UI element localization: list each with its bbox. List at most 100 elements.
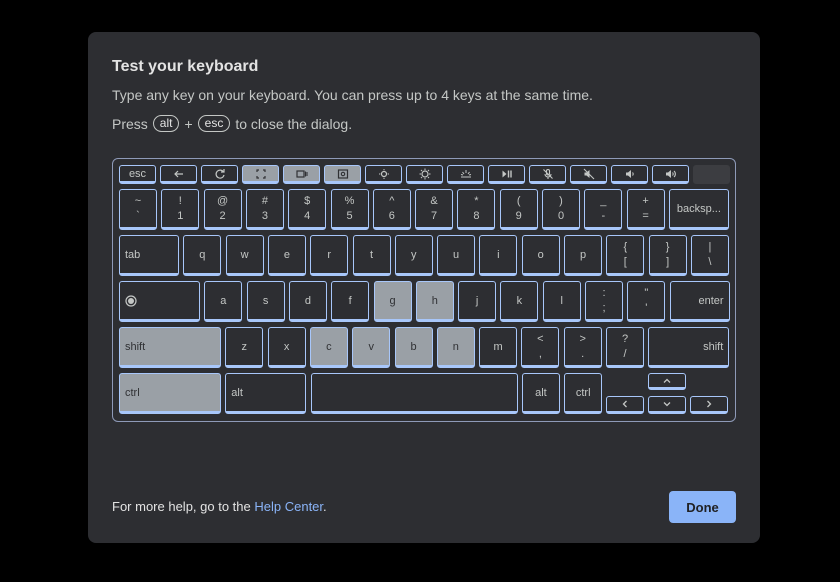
key-label: c [326,340,332,353]
key-f: f [331,281,370,322]
refresh-icon [215,168,225,179]
key-back-arrow [160,165,197,184]
esc-key-pill: esc [197,115,231,132]
key-0: ) 0 [542,189,580,230]
key-s: s [246,281,285,322]
fullscreen-icon [255,168,266,179]
key-4: $4 [288,189,327,230]
key-chevron-left [606,396,644,414]
key-play-pause [488,165,525,184]
key-volume-down [611,165,648,184]
key-t: t [352,235,391,276]
volume-mute-icon [583,168,594,179]
key-ctrl: ctrl [119,373,221,414]
key-label: esc [128,167,147,180]
key-backsp: backsp... [668,189,729,230]
key-screenshot [324,165,361,184]
key-8: * 8 [457,189,496,230]
key-base-label: 0 [557,209,565,222]
key-fullscreen [242,165,279,184]
key-base-label: - [601,209,606,222]
close-hint-suffix: to close the dialog. [235,115,353,132]
key-base-label: [ [623,255,627,268]
key-shift-label: # [261,194,268,207]
brightness-down-icon [378,168,389,179]
done-button[interactable]: Done [669,491,736,523]
key-volume-up [652,165,689,184]
key-symbol: | \ [690,235,729,276]
help-text: For more help, go to the Help Center. [112,499,327,514]
key-l: l [542,281,581,322]
key-overview [283,165,320,184]
key-lock [693,165,730,184]
keyboard-diagram: esc ~ `! 1 @2 #3 $4% 5 ^ 6 & 7 * 8(9) 0 _ - + = backsp... ta… [112,158,736,422]
key-label: u [453,248,460,261]
key-label: g [389,294,396,307]
key-shift-label: " [644,286,649,299]
key-base-label: 8 [473,209,480,222]
key-chevron-right [690,396,728,414]
key-b: b [394,327,433,368]
key-launcher [119,281,200,322]
key-v: v [352,327,391,368]
key-3: #3 [245,189,284,230]
key-z: z [225,327,264,368]
key-label: x [283,340,290,353]
key-label: f [348,294,352,307]
close-hint-prefix: Press [112,115,148,132]
key-label: s [262,294,269,307]
key-shift-label: @ [217,194,229,207]
key-enter: enter [669,281,730,322]
key-symbol: <, [521,327,560,368]
key-label: j [475,294,479,307]
key-symbol: " ' [627,281,666,322]
key-label: r [327,248,332,261]
key-base-label: 3 [261,209,268,222]
key-base-label: 5 [346,209,353,222]
key-2: @2 [203,189,242,230]
key-label: a [220,294,227,307]
key-d: d [288,281,327,322]
key-shift-label: _ [600,194,607,207]
key-label: ctrl [575,386,591,399]
key-refresh [201,165,238,184]
key-shift-label: ^ [389,194,395,207]
key-shift-label: & [430,194,438,207]
key-shift-label: + [642,194,649,207]
key-label: z [241,340,248,353]
key-shift-label: ( [516,194,521,207]
key-k: k [500,281,539,322]
screenshot-icon [337,168,348,179]
key-label: alt [535,386,547,399]
help-center-link[interactable]: Help Center [254,499,323,514]
key-m: m [479,327,518,368]
key-base-label: ` [136,209,140,222]
key-label: shift [125,340,146,353]
key-n: n [436,327,475,368]
key-base-label: ; [602,301,606,314]
key-base-label: 9 [515,209,522,222]
key-brightness-up [406,165,443,184]
key-1: ! 1 [161,189,200,230]
dialog-subtitle: Type any key on your keyboard. You can p… [112,87,593,103]
volume-up-icon [665,169,676,178]
key-label: d [304,294,311,307]
mic-mute-icon [542,168,553,179]
key-label: enter [698,294,724,307]
volume-down-icon [625,169,634,178]
close-hint: Press alt + esc to close the dialog. [112,115,352,132]
launcher-icon [125,294,137,307]
chevron-right-icon [707,400,712,408]
key-shift-label: : [602,286,606,299]
key-r: r [310,235,349,276]
key-chevron-down [648,396,686,414]
key-shift-label: < [537,332,544,345]
key-i: i [479,235,518,276]
key-base-label: ] [666,255,670,268]
key-shift-label: ? [621,332,629,345]
brightness-up-icon [419,168,430,179]
chevron-down-icon [663,402,671,407]
key-shift-label: $ [304,194,311,207]
key-label: t [369,248,374,261]
key-base-label: , [538,347,542,360]
